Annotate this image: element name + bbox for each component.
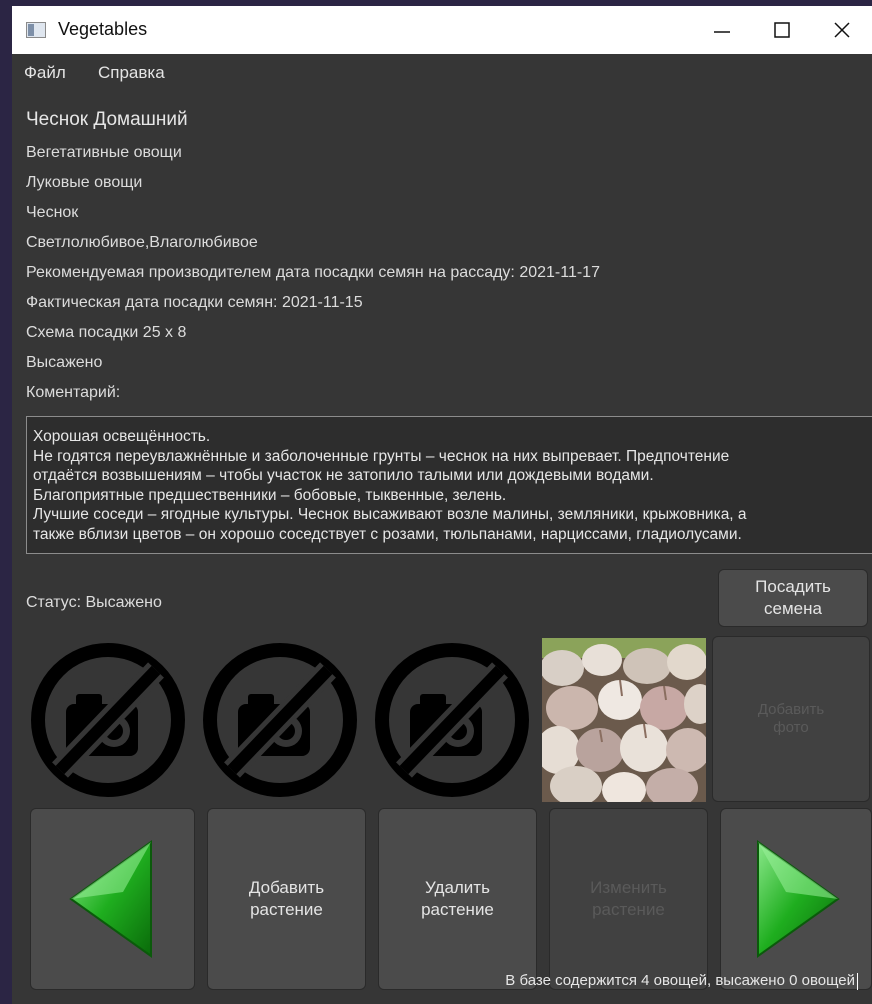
delete-plant-label-line1: Удалить — [425, 878, 490, 897]
no-photo-icon — [26, 638, 190, 802]
comment-line: Не годятся переувлажнённые и заболоченны… — [33, 447, 730, 465]
photo-slot-1[interactable] — [26, 638, 190, 802]
status-bar-text: В базе содержится 4 овощей, высажено 0 о… — [505, 972, 855, 990]
maximize-button[interactable] — [752, 6, 812, 54]
close-button[interactable] — [812, 6, 872, 54]
main-window: Vegetables Файл Справка Чеснок Домашний … — [12, 6, 872, 1004]
no-photo-icon — [370, 638, 534, 802]
add-photo-label-line1: Добавить — [757, 701, 825, 718]
add-photo-label-line2: фото — [773, 719, 809, 736]
plant-photo-garlic[interactable] — [536, 638, 716, 808]
plant-seeds-label-line1: Посадить — [755, 577, 831, 596]
photo-slot-3[interactable] — [370, 638, 534, 802]
add-photo-button[interactable]: Добавить фото — [712, 636, 870, 802]
delete-plant-label-line2: растение — [421, 900, 494, 919]
photo-slot-2[interactable] — [198, 638, 362, 802]
plant-seeds-button[interactable]: Посадить семена — [718, 569, 868, 627]
comment-line: Лучшие соседи – ягодные культуры. Чеснок… — [33, 506, 747, 523]
edit-plant-label-line1: Изменить — [590, 878, 667, 897]
garlic-photo — [536, 638, 716, 808]
comment-label: Коментарий: — [26, 384, 121, 401]
no-photo-icon — [198, 638, 362, 802]
minimize-icon — [714, 31, 730, 33]
text-cursor — [857, 973, 858, 990]
status-label: Статус: Высажено — [26, 594, 162, 611]
recommended-planting-date: Рекомендуемая производителем дата посадк… — [26, 264, 600, 281]
comment-line: отдаётся возвышениям – чтобы участок не … — [33, 467, 654, 484]
add-plant-label-line2: растение — [250, 900, 323, 919]
edit-plant-label-line2: растение — [592, 900, 665, 919]
planting-scheme: Схема посадки 25 х 8 — [26, 324, 187, 341]
maximize-icon — [774, 22, 790, 38]
close-icon — [834, 22, 850, 38]
planted-status-text: Высажено — [26, 354, 103, 371]
comment-textarea[interactable]: Хорошая освещённость. Не годятся переувл… — [26, 416, 872, 554]
plant-group: Вегетативные овощи — [26, 144, 182, 161]
plant-properties: Светлолюбивое,Влаголюбивое — [26, 234, 258, 251]
minimize-button[interactable] — [692, 6, 752, 54]
title-bar: Vegetables — [12, 6, 872, 54]
plant-family: Луковые овощи — [26, 174, 143, 191]
edit-plant-button[interactable]: Изменить растение — [549, 808, 708, 990]
comment-line: Благоприятные предшественники – бобовые,… — [33, 486, 507, 504]
menu-bar: Файл Справка — [12, 54, 872, 90]
add-plant-label-line1: Добавить — [248, 878, 325, 897]
plant-name: Чеснок Домашний — [26, 109, 188, 130]
add-plant-button[interactable]: Добавить растение — [207, 808, 366, 990]
comment-line: Хорошая освещённость. — [33, 428, 211, 445]
green-right-arrow-icon — [757, 840, 840, 958]
plant-kind: Чеснок — [26, 204, 79, 221]
delete-plant-button[interactable]: Удалить растение — [378, 808, 537, 990]
plant-seeds-label-line2: семена — [764, 599, 822, 618]
app-window-icon — [26, 22, 46, 38]
next-plant-button[interactable] — [720, 808, 872, 990]
actual-planting-date: Фактическая дата посадки семян: 2021-11-… — [26, 294, 363, 311]
menu-file[interactable]: Файл — [24, 63, 66, 83]
menu-help[interactable]: Справка — [98, 63, 165, 83]
window-title: Vegetables — [58, 19, 148, 39]
comment-line: также вблизи цветов – он хорошо соседств… — [33, 525, 742, 543]
status-bar: В базе содержится 4 овощей, высажено 0 о… — [505, 972, 858, 990]
previous-plant-button[interactable] — [30, 808, 195, 990]
green-left-arrow-icon — [68, 840, 152, 958]
